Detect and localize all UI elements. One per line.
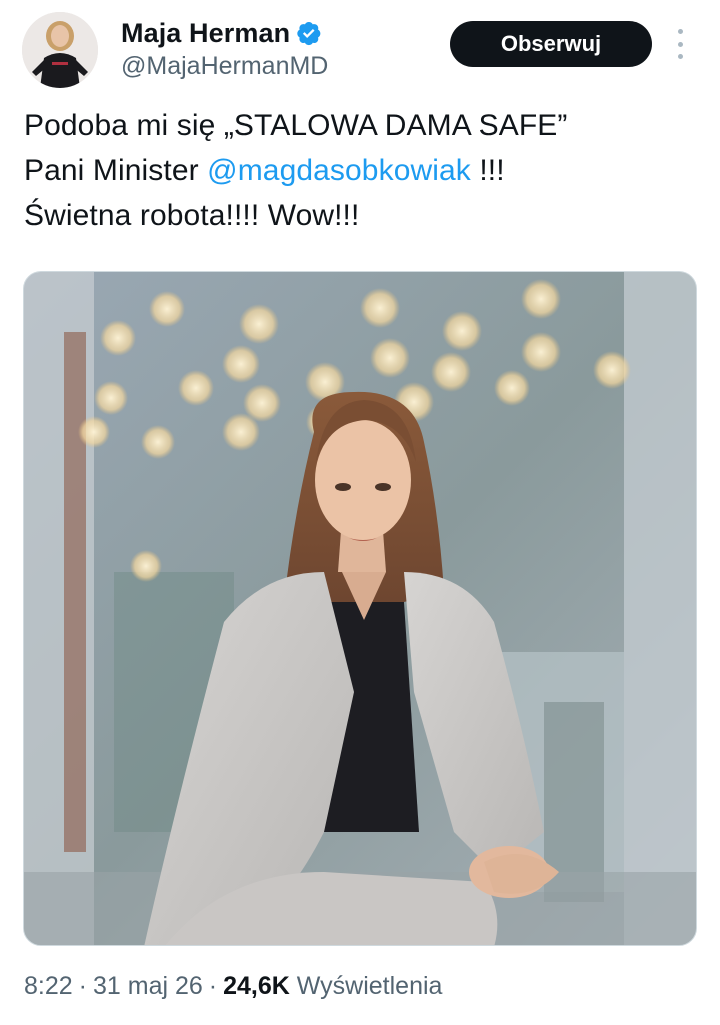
author-handle[interactable]: @MajaHermanMD xyxy=(121,52,328,81)
dot xyxy=(677,41,683,47)
tweet-photo[interactable] xyxy=(23,271,697,946)
tweet-card: Maja Herman @MajaHermanMD Obserwuj Podob… xyxy=(0,0,720,1025)
tweet-meta: 8:22 · 31 maj 26 · 24,6K Wyświetlenia xyxy=(24,972,442,1001)
dot xyxy=(677,54,683,59)
tweet-text: Podoba mi się „STALOWA DAMA SAFE” Pani M… xyxy=(24,103,704,238)
tweet-line-3: Świetna robota!!!! Wow!!! xyxy=(24,199,360,232)
follow-button[interactable]: Obserwuj xyxy=(450,21,652,67)
author-names: Maja Herman @MajaHermanMD xyxy=(121,16,328,81)
more-vertical-icon[interactable] xyxy=(668,29,692,59)
display-name-row: Maja Herman xyxy=(121,16,328,50)
meta-separator: · xyxy=(78,972,87,1000)
tweet-line-1: Podoba mi się „STALOWA DAMA SAFE” xyxy=(24,109,568,142)
tweet-time[interactable]: 8:22 xyxy=(24,972,73,1000)
mention-link[interactable]: @magdasobkowiak xyxy=(207,154,471,187)
views-label: Wyświetlenia xyxy=(296,972,443,1000)
tweet-line-2-suffix: !!! xyxy=(470,154,505,187)
display-name[interactable]: Maja Herman xyxy=(121,18,290,49)
tweet-line-2: Pani Minister @magdasobkowiak !!! xyxy=(24,148,704,193)
tweet-date[interactable]: 31 maj 26 xyxy=(93,972,203,1000)
verified-badge-icon[interactable] xyxy=(296,20,322,46)
dot xyxy=(677,29,683,34)
tweet-header: Maja Herman @MajaHermanMD Obserwuj xyxy=(22,12,702,92)
meta-separator: · xyxy=(208,972,218,1000)
tweet-line-2-prefix: Pani Minister xyxy=(24,154,208,187)
avatar[interactable] xyxy=(22,12,98,88)
views-count: 24,6K xyxy=(223,972,290,1000)
